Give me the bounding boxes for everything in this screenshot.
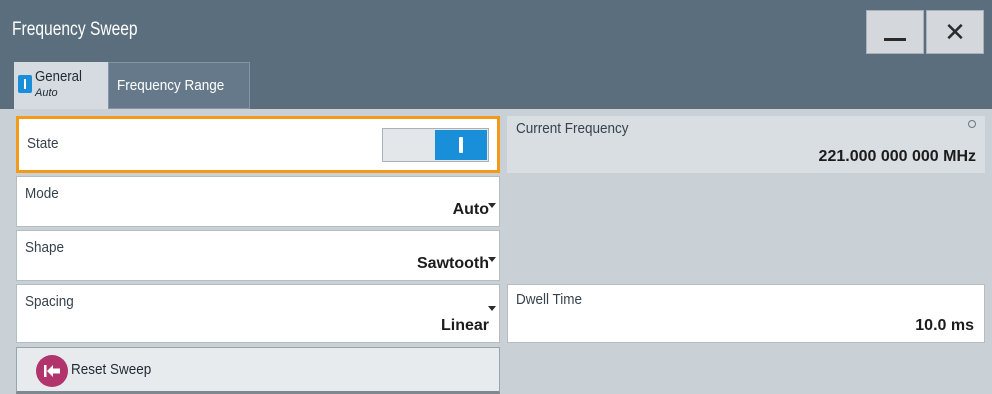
tab-frequency-range-label: Frequency Range [117,77,225,94]
shape-label: Shape [25,239,65,256]
toggle-on-indicator-icon [435,130,487,160]
close-icon: ✕ [944,16,966,47]
chevron-down-icon [488,306,496,311]
state-toggle[interactable] [382,128,489,162]
mode-dropdown[interactable]: Mode Auto [16,176,500,227]
chevron-down-icon [488,257,496,262]
spacing-label: Spacing [25,293,74,310]
gear-icon[interactable] [968,120,976,128]
state-label: State [27,135,59,152]
dwell-time-field[interactable]: Dwell Time 10.0 ms [507,284,985,343]
close-button[interactable]: ✕ [926,10,984,54]
tab-general-label: General [35,68,82,85]
current-frequency-value: 221.000 000 000 MHz [818,148,976,165]
shape-value: Sawtooth [417,255,489,272]
dwell-time-value: 10.0 ms [915,317,974,334]
state-field[interactable]: State [16,116,500,173]
minimize-icon [884,37,906,41]
current-frequency-label: Current Frequency [516,120,629,137]
chevron-down-icon [488,203,496,208]
tab-general[interactable]: General Auto [14,62,108,109]
shape-dropdown[interactable]: Shape Sawtooth [16,230,500,281]
sweep-settings-panel: State Mode Auto Shape Sawtooth Spacing L… [0,109,992,394]
mode-label: Mode [25,185,59,202]
empty-area [507,176,985,281]
current-frequency-display: Current Frequency 221.000 000 000 MHz [507,116,985,173]
tab-general-sublabel: Auto [35,87,58,99]
reset-icon [36,355,68,387]
title-bar: Frequency Sweep ✕ [0,0,992,61]
reset-sweep-label: Reset Sweep [71,361,152,378]
mode-value: Auto [452,201,489,218]
spacing-dropdown[interactable]: Spacing Linear [16,284,500,343]
window-title: Frequency Sweep [12,19,138,40]
dwell-time-label: Dwell Time [516,291,583,308]
reset-sweep-button[interactable]: Reset Sweep [16,347,500,394]
tab-active-indicator-icon [18,75,32,93]
minimize-button[interactable] [866,10,924,54]
spacing-value: Linear [440,317,489,334]
tab-strip: General Auto Frequency Range [0,60,992,109]
tab-frequency-range[interactable]: Frequency Range [108,62,250,109]
